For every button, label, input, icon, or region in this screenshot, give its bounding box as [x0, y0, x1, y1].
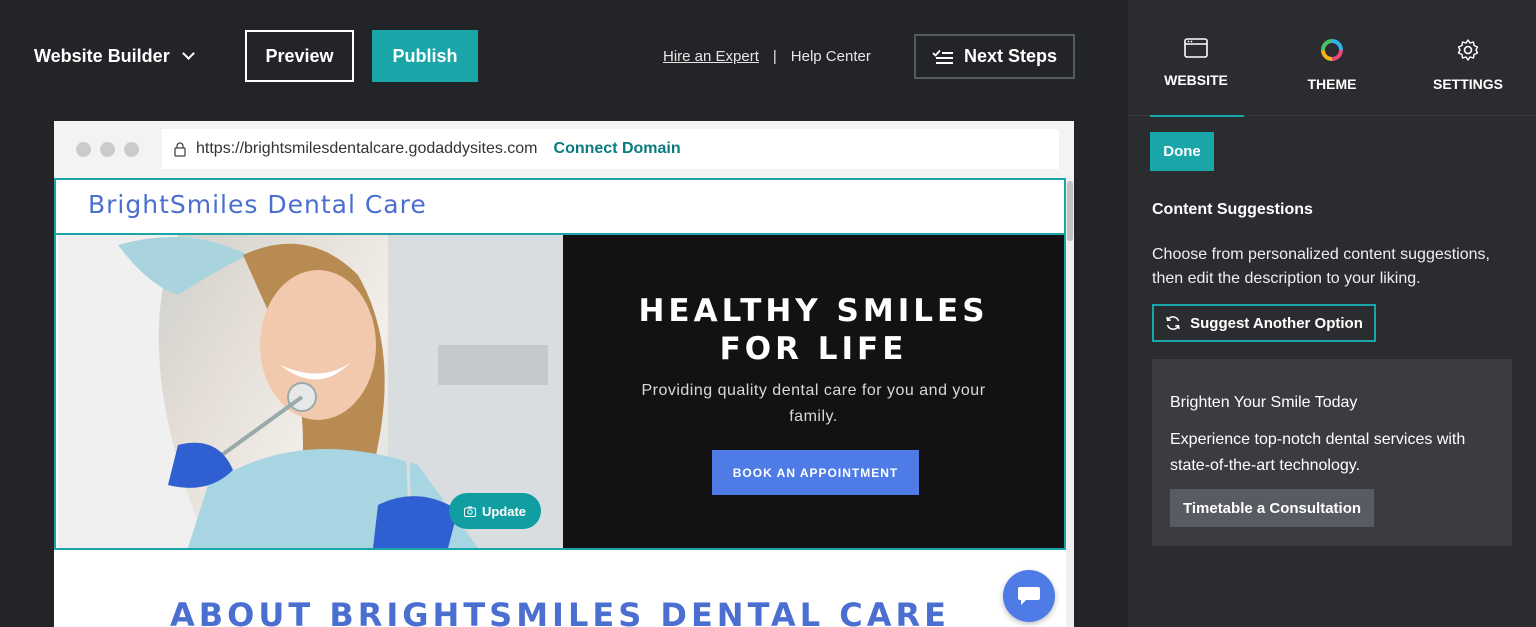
- browser-window-icon: [1184, 38, 1208, 58]
- panel-tabs: WEBSITE THEME SETTINGS: [1128, 0, 1536, 117]
- connect-domain-link[interactable]: Connect Domain: [554, 140, 681, 158]
- tab-theme[interactable]: THEME: [1264, 0, 1400, 116]
- site-header-section[interactable]: BrightSmiles Dental Care: [54, 178, 1066, 233]
- tab-website-label: WEBSITE: [1164, 72, 1228, 88]
- tab-settings-label: SETTINGS: [1432, 76, 1503, 92]
- link-separator: |: [772, 48, 777, 65]
- scrollbar-thumb[interactable]: [1067, 181, 1073, 241]
- suggestion-card: Brighten Your Smile Today Experience top…: [1152, 359, 1512, 546]
- checklist-icon: [932, 49, 953, 64]
- content-suggestions-title: Content Suggestions: [1152, 201, 1313, 218]
- chat-icon: [1018, 587, 1040, 605]
- book-appointment-button[interactable]: BOOK AN APPOINTMENT: [712, 450, 919, 495]
- suggest-another-option-button[interactable]: Suggest Another Option: [1152, 304, 1376, 342]
- next-steps-label: Next Steps: [963, 46, 1058, 66]
- suggest-label: Suggest Another Option: [1190, 314, 1363, 332]
- preview-scrollbar[interactable]: [1066, 178, 1074, 627]
- update-image-button[interactable]: Update: [449, 493, 541, 529]
- suggestion-heading: Brighten Your Smile Today: [1170, 394, 1358, 411]
- chevron-down-icon: [181, 47, 195, 60]
- help-center-link[interactable]: Help Center: [791, 48, 871, 65]
- hero-text-block: HEALTHY SMILES FOR LIFE Providing qualit…: [563, 235, 1064, 548]
- site-url: https://brightsmilesdentalcare.godaddysi…: [196, 140, 538, 157]
- site-canvas: BrightSmiles Dental Care Update HEALTHY …: [54, 178, 1074, 627]
- next-steps-button[interactable]: Next Steps: [914, 34, 1075, 79]
- hero-heading[interactable]: HEALTHY SMILES FOR LIFE: [563, 292, 1064, 368]
- hero-image: Update: [58, 235, 563, 548]
- website-builder-menu[interactable]: Website Builder: [34, 46, 195, 67]
- hire-expert-link[interactable]: Hire an Expert: [663, 48, 759, 65]
- hero-section[interactable]: Update HEALTHY SMILES FOR LIFE Providing…: [54, 233, 1066, 550]
- hero-description[interactable]: Providing quality dental care for you an…: [623, 378, 1004, 430]
- content-suggestions-description: Choose from personalized content suggest…: [1152, 246, 1490, 287]
- color-wheel-icon: [1321, 39, 1343, 61]
- chat-button[interactable]: [1003, 570, 1055, 622]
- top-links: Hire an Expert | Help Center: [663, 48, 871, 65]
- browser-chrome: https://brightsmilesdentalcare.godaddysi…: [54, 121, 1074, 178]
- about-heading[interactable]: ABOUT BRIGHTSMILES DENTAL CARE: [54, 596, 1066, 627]
- suggestion-text: Experience top-notch dental services wit…: [1170, 431, 1466, 474]
- window-dots: [76, 142, 139, 157]
- refresh-icon: [1166, 316, 1180, 330]
- tab-website[interactable]: WEBSITE: [1128, 0, 1264, 117]
- gear-icon: [1457, 39, 1479, 61]
- address-bar: https://brightsmilesdentalcare.godaddysi…: [162, 129, 1059, 169]
- camera-icon: [463, 506, 476, 517]
- site-preview-frame: https://brightsmilesdentalcare.godaddysi…: [54, 121, 1074, 627]
- timetable-consultation-button[interactable]: Timetable a Consultation: [1170, 489, 1374, 527]
- tab-settings[interactable]: SETTINGS: [1400, 0, 1536, 116]
- website-builder-label: Website Builder: [34, 46, 170, 66]
- update-label: Update: [481, 503, 527, 519]
- site-title: BrightSmiles Dental Care: [88, 190, 427, 219]
- hero-heading-line2: FOR LIFE: [719, 331, 908, 367]
- editor-side-panel: WEBSITE THEME SETTINGS Done Content Sugg…: [1128, 0, 1536, 627]
- hero-heading-line1: HEALTHY SMILES: [638, 293, 989, 329]
- lock-icon: [174, 141, 186, 157]
- tab-theme-label: THEME: [1307, 76, 1357, 92]
- publish-button[interactable]: Publish: [372, 30, 478, 82]
- done-button[interactable]: Done: [1150, 132, 1214, 171]
- preview-button[interactable]: Preview: [245, 30, 354, 82]
- editor-toolbar: Website Builder Preview Publish Hire an …: [0, 0, 1128, 115]
